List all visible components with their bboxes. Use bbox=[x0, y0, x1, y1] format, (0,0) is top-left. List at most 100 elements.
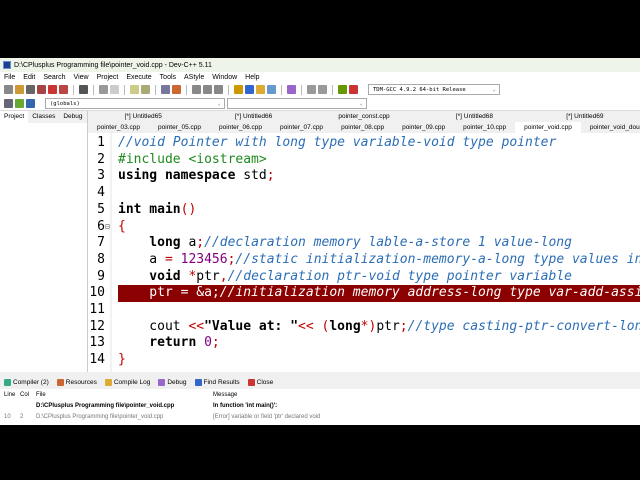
file-tab[interactable]: [*] Untitled69 bbox=[530, 113, 640, 120]
file-tab[interactable]: pointer_void.cpp bbox=[515, 122, 581, 133]
code-line[interactable]: 6 ⊟ { bbox=[88, 219, 640, 236]
message-row[interactable]: 10 2 D:\CPlusplus Programming file\pointer… bbox=[0, 411, 640, 422]
code-line[interactable]: 11 bbox=[88, 302, 640, 319]
toolbar-separator bbox=[93, 84, 94, 95]
tab-compile-log[interactable]: Compile Log bbox=[104, 379, 150, 386]
save-icon[interactable] bbox=[26, 85, 35, 94]
column-header[interactable]: Message bbox=[213, 392, 640, 398]
code-line[interactable]: 7 long a;//declaration memory lable-a-st… bbox=[88, 235, 640, 252]
goto-line-icon[interactable] bbox=[161, 85, 170, 94]
close-icon[interactable] bbox=[48, 85, 57, 94]
compiler-select-value: TDM-GCC 4.9.2 64-bit Release bbox=[373, 86, 466, 93]
menu-search[interactable]: Search bbox=[43, 74, 65, 81]
file-tab[interactable]: pointer_void_double.cpp bbox=[581, 122, 640, 133]
tab-find-results[interactable]: Find Results bbox=[194, 379, 240, 386]
tab-compiler-[interactable]: Compiler (2) bbox=[4, 379, 49, 386]
print-icon[interactable] bbox=[79, 85, 88, 94]
save-all-icon[interactable] bbox=[37, 85, 46, 94]
tab-project[interactable]: Project bbox=[0, 111, 29, 123]
new-project-icon[interactable] bbox=[234, 85, 243, 94]
code-line[interactable]: 13 return 0; bbox=[88, 335, 640, 352]
file-tab[interactable]: pointer_03.cpp bbox=[88, 122, 149, 133]
close-all-icon[interactable] bbox=[59, 85, 68, 94]
column-header[interactable]: Col bbox=[20, 392, 36, 398]
indent-icon[interactable] bbox=[4, 99, 13, 108]
code-token: , bbox=[219, 268, 228, 284]
file-tab[interactable]: pointer_10.cpp bbox=[454, 122, 515, 133]
open-icon[interactable] bbox=[15, 85, 24, 94]
new-file-icon[interactable] bbox=[4, 85, 13, 94]
charts-icon[interactable] bbox=[338, 85, 347, 94]
code-token: //type casting-ptr-convert-lon bbox=[407, 318, 640, 334]
file-tab[interactable]: [*] Untitled68 bbox=[419, 113, 529, 120]
replace-icon[interactable] bbox=[141, 85, 150, 94]
prev-icon[interactable] bbox=[192, 85, 201, 94]
insert-icon[interactable] bbox=[172, 85, 181, 94]
code-editor[interactable]: 1 //void Pointer with long type variable-… bbox=[88, 133, 640, 372]
code-text: a = 123456;//static initialization-memor… bbox=[118, 252, 640, 269]
file-tab[interactable]: pointer_06.cpp bbox=[210, 122, 271, 133]
window-title: D:\CPlusplus Programming file\pointer_vo… bbox=[14, 61, 212, 69]
code-line[interactable]: 8 a = 123456;//static initialization-mem… bbox=[88, 252, 640, 269]
menu-project[interactable]: Project bbox=[97, 74, 119, 81]
file-tab[interactable]: pointer_09.cpp bbox=[393, 122, 454, 133]
menu-view[interactable]: View bbox=[74, 74, 89, 81]
bookmark-icon[interactable] bbox=[26, 99, 35, 108]
column-header[interactable]: File bbox=[36, 392, 213, 398]
file-tab[interactable]: pointer_const.cpp bbox=[309, 113, 419, 120]
code-line[interactable]: 1 //void Pointer with long type variable-… bbox=[88, 135, 640, 152]
toggle-bookmark-icon[interactable] bbox=[214, 85, 223, 94]
code-line[interactable]: 9 void *ptr,//declaration ptr-void type … bbox=[88, 269, 640, 286]
tab-debug[interactable]: Debug bbox=[158, 379, 187, 386]
run-icon[interactable] bbox=[318, 85, 327, 94]
code-line[interactable]: 10 ptr = &a;//initialization memory addr… bbox=[88, 285, 640, 302]
main-toolbar: TDM-GCC 4.9.2 64-bit Release ⌄ bbox=[0, 82, 640, 97]
compiler-select[interactable]: TDM-GCC 4.9.2 64-bit Release ⌄ bbox=[368, 84, 500, 95]
project-panel: Project Classes Debug bbox=[0, 111, 88, 372]
file-tab[interactable]: pointer_05.cpp bbox=[149, 122, 210, 133]
message-cell: D:\CPlusplus Programming file\pointer_vo… bbox=[36, 402, 175, 409]
fold-toggle-icon[interactable]: ⊟ bbox=[105, 219, 110, 236]
menu-tools[interactable]: Tools bbox=[160, 74, 176, 81]
scope-select[interactable]: (globals) ⌄ bbox=[45, 98, 225, 109]
file-tab[interactable]: [*] Untitled66 bbox=[198, 113, 308, 120]
tab-debug[interactable]: Debug bbox=[59, 111, 86, 123]
menu-edit[interactable]: Edit bbox=[23, 74, 35, 81]
check-syntax-icon[interactable] bbox=[287, 85, 296, 94]
find-icon[interactable] bbox=[130, 85, 139, 94]
message-row[interactable]: D:\CPlusplus Programming file\pointer_vo… bbox=[0, 400, 640, 411]
menu-file[interactable]: File bbox=[4, 74, 15, 81]
column-header[interactable]: Line bbox=[0, 392, 20, 398]
menu-bar: File Edit Search View Project Execute Tools ASt… bbox=[0, 72, 640, 82]
line-number: 13 bbox=[89, 335, 105, 351]
unindent-icon[interactable] bbox=[15, 99, 24, 108]
class-browser-icon[interactable] bbox=[256, 85, 265, 94]
file-tab[interactable]: [*] Untitled65 bbox=[88, 113, 198, 120]
file-tab[interactable]: pointer_08.cpp bbox=[332, 122, 393, 133]
code-line[interactable]: 2 #include <iostream> bbox=[88, 152, 640, 169]
debug-icon[interactable] bbox=[267, 85, 276, 94]
code-text: #include <iostream> bbox=[118, 152, 267, 169]
code-line[interactable]: 3 using namespace std; bbox=[88, 168, 640, 185]
next-icon[interactable] bbox=[203, 85, 212, 94]
title-bar: D:\CPlusplus Programming file\pointer_vo… bbox=[0, 58, 640, 72]
menu-astyle[interactable]: AStyle bbox=[184, 74, 204, 81]
redo-icon[interactable] bbox=[110, 85, 119, 94]
menu-help[interactable]: Help bbox=[245, 74, 259, 81]
code-line[interactable]: 4 bbox=[88, 185, 640, 202]
menu-window[interactable]: Window bbox=[212, 74, 237, 81]
stop-icon[interactable] bbox=[349, 85, 358, 94]
code-line[interactable]: 12 cout <<"Value at: "<< (long*)ptr;//ty… bbox=[88, 319, 640, 336]
view-icon[interactable] bbox=[245, 85, 254, 94]
compile-icon[interactable] bbox=[307, 85, 316, 94]
resources-icon bbox=[56, 379, 64, 386]
code-line[interactable]: 14} bbox=[88, 352, 640, 369]
tab-classes[interactable]: Classes bbox=[28, 111, 59, 123]
tab-close[interactable]: Close bbox=[247, 379, 273, 386]
undo-icon[interactable] bbox=[99, 85, 108, 94]
menu-execute[interactable]: Execute bbox=[126, 74, 151, 81]
tab-resources[interactable]: Resources bbox=[56, 379, 97, 386]
code-line[interactable]: 5 int main() bbox=[88, 202, 640, 219]
symbol-select[interactable]: ⌄ bbox=[227, 98, 367, 109]
file-tab[interactable]: pointer_07.cpp bbox=[271, 122, 332, 133]
